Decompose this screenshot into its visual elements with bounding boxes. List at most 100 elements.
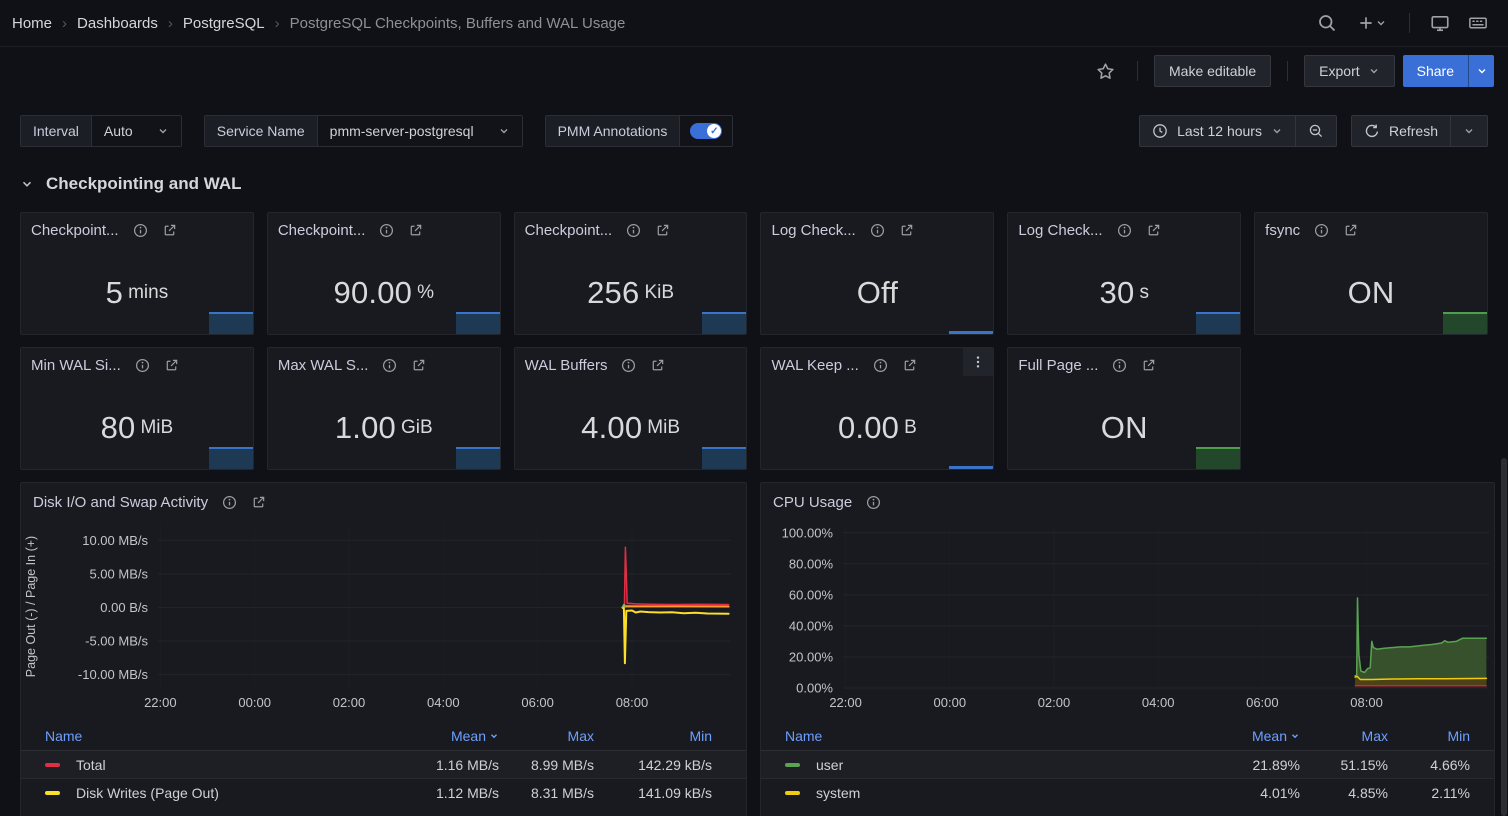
stat-panel-title[interactable]: Max WAL S... — [278, 357, 369, 374]
series-color-swatch — [45, 763, 60, 767]
stat-panel-header: Checkpoint... — [21, 213, 253, 241]
legend-max-value: 8.99 MB/s — [499, 757, 594, 773]
stat-panel-title[interactable]: Log Check... — [1018, 222, 1102, 239]
legend-series-name[interactable]: Disk Writes (Page Out) — [45, 785, 404, 801]
disk-io-chart[interactable]: 22:0000:0002:0004:0006:0008:0010.00 MB/s… — [21, 515, 746, 720]
top-nav: Home›Dashboards›PostgreSQL›PostgreSQL Ch… — [0, 0, 1508, 47]
svg-text:0.00 B/s: 0.00 B/s — [100, 600, 148, 615]
info-icon[interactable] — [135, 358, 150, 373]
info-icon[interactable] — [1112, 358, 1127, 373]
legend-series-name[interactable]: user — [785, 757, 1200, 773]
info-icon[interactable] — [1314, 223, 1329, 238]
svg-text:5.00 MB/s: 5.00 MB/s — [89, 566, 148, 581]
info-icon[interactable] — [626, 223, 641, 238]
cpu-usage-chart[interactable]: 22:0000:0002:0004:0006:0008:00100.00%80.… — [761, 515, 1494, 720]
external-link-icon[interactable] — [655, 223, 670, 238]
panel-title[interactable]: CPU Usage — [773, 494, 852, 511]
legend-series-name[interactable]: system — [785, 785, 1200, 801]
info-icon[interactable] — [133, 223, 148, 238]
breadcrumb: Home›Dashboards›PostgreSQL›PostgreSQL Ch… — [12, 15, 625, 32]
legend-series-name[interactable]: Total — [45, 757, 404, 773]
panel-title[interactable]: Disk I/O and Swap Activity — [33, 494, 208, 511]
share-button[interactable]: Share — [1403, 55, 1468, 87]
stat-panel-header: Log Check... — [761, 213, 993, 241]
stat-sparkline — [456, 447, 500, 469]
share-menu-button[interactable] — [1468, 55, 1494, 87]
divider — [1137, 61, 1138, 81]
info-icon[interactable] — [222, 495, 237, 510]
stat-panel-title[interactable]: Log Check... — [771, 222, 855, 239]
stat-panel: Checkpoint... 5mins — [20, 212, 254, 335]
monitor-icon[interactable] — [1424, 7, 1456, 39]
info-icon[interactable] — [870, 223, 885, 238]
scrollbar-thumb[interactable] — [1501, 458, 1507, 816]
series-color-swatch — [785, 791, 800, 795]
stat-panel: WAL Buffers 4.00MiB — [514, 347, 748, 470]
stat-panel-title[interactable]: WAL Keep ... — [771, 357, 858, 374]
external-link-icon[interactable] — [899, 223, 914, 238]
add-menu-button[interactable] — [1349, 7, 1395, 39]
info-icon[interactable] — [1117, 223, 1132, 238]
external-link-icon[interactable] — [162, 223, 177, 238]
zoom-out-time-button[interactable] — [1295, 116, 1336, 146]
info-icon[interactable] — [382, 358, 397, 373]
info-icon[interactable] — [379, 223, 394, 238]
search-icon[interactable] — [1311, 7, 1343, 39]
external-link-icon[interactable] — [1141, 358, 1156, 373]
legend-col-mean[interactable]: Mean — [1200, 728, 1300, 744]
cpu-usage-legend: Name Mean Max Min user 21.89% 51.15% 4.6… — [761, 722, 1494, 806]
legend-col-max[interactable]: Max — [499, 728, 594, 744]
disk-io-legend: Name Mean Max Min Total 1.16 MB/s 8.99 M… — [21, 722, 746, 806]
legend-min-value: 141.09 kB/s — [594, 785, 712, 801]
stat-panel-title[interactable]: Checkpoint... — [278, 222, 366, 239]
svg-text:100.00%: 100.00% — [782, 525, 834, 540]
info-icon[interactable] — [866, 495, 881, 510]
legend-col-max[interactable]: Max — [1300, 728, 1388, 744]
panel-menu-kebab-icon[interactable] — [963, 348, 993, 376]
external-link-icon[interactable] — [411, 358, 426, 373]
time-range-picker[interactable]: Last 12 hours — [1140, 116, 1295, 146]
legend-row: Disk Writes (Page Out) 1.12 MB/s 8.31 MB… — [21, 778, 746, 806]
external-link-icon[interactable] — [902, 358, 917, 373]
external-link-icon[interactable] — [164, 358, 179, 373]
stat-panel-title[interactable]: fsync — [1265, 222, 1300, 239]
page-scrollbar[interactable] — [1500, 0, 1508, 816]
legend-col-name[interactable]: Name — [785, 728, 1200, 744]
stat-sparkline — [702, 312, 746, 334]
stat-panel-title[interactable]: Full Page ... — [1018, 357, 1098, 374]
stat-value: 0.00B — [761, 376, 993, 469]
info-icon[interactable] — [621, 358, 636, 373]
info-icon[interactable] — [873, 358, 888, 373]
pmm-annotations-toggle[interactable]: ✓ — [680, 116, 732, 146]
chevron-down-icon — [20, 177, 34, 191]
external-link-icon[interactable] — [1146, 223, 1161, 238]
legend-col-name[interactable]: Name — [45, 728, 404, 744]
breadcrumb-link[interactable]: Dashboards — [77, 15, 158, 32]
legend-col-min[interactable]: Min — [594, 728, 712, 744]
make-editable-button[interactable]: Make editable — [1154, 55, 1271, 87]
service-name-select[interactable]: pmm-server-postgresql — [318, 116, 522, 146]
legend-col-mean[interactable]: Mean — [404, 728, 499, 744]
external-link-icon[interactable] — [1343, 223, 1358, 238]
stat-panel-title[interactable]: WAL Buffers — [525, 357, 608, 374]
cpu-usage-panel: CPU Usage 22:0000:0002:0004:0006:0008:00… — [760, 482, 1495, 816]
interval-select[interactable]: Auto — [92, 116, 181, 146]
export-button[interactable]: Export — [1304, 55, 1394, 87]
section-checkpointing-and-wal[interactable]: Checkpointing and WAL — [20, 169, 1488, 199]
star-icon[interactable] — [1089, 55, 1121, 87]
stat-panel-title[interactable]: Checkpoint... — [31, 222, 119, 239]
legend-col-min[interactable]: Min — [1388, 728, 1470, 744]
series-color-swatch — [45, 791, 60, 795]
svg-text:04:00: 04:00 — [1142, 695, 1175, 710]
external-link-icon[interactable] — [650, 358, 665, 373]
refresh-interval-button[interactable] — [1450, 116, 1487, 146]
stat-panel-title[interactable]: Checkpoint... — [525, 222, 613, 239]
refresh-button[interactable]: Refresh — [1352, 116, 1450, 146]
breadcrumb-link[interactable]: PostgreSQL — [183, 15, 265, 32]
svg-text:-10.00 MB/s: -10.00 MB/s — [78, 667, 149, 682]
external-link-icon[interactable] — [251, 495, 266, 510]
breadcrumb-link[interactable]: Home — [12, 15, 52, 32]
stat-panel-title[interactable]: Min WAL Si... — [31, 357, 121, 374]
external-link-icon[interactable] — [408, 223, 423, 238]
keyboard-icon[interactable] — [1462, 7, 1494, 39]
